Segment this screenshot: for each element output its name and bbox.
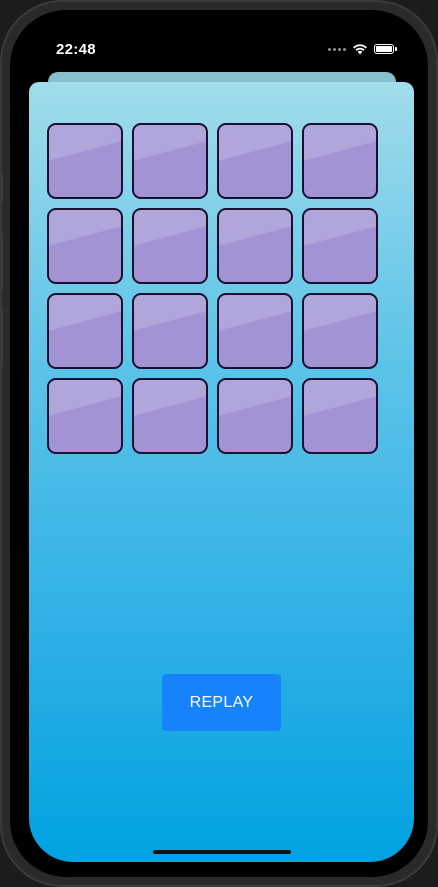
- memory-tile[interactable]: [47, 293, 123, 369]
- memory-tile[interactable]: [132, 378, 208, 454]
- memory-tile[interactable]: [217, 378, 293, 454]
- volume-down-button: [0, 307, 3, 367]
- memory-tile[interactable]: [217, 293, 293, 369]
- game-screen: REPLAY: [29, 82, 414, 862]
- status-icons: [328, 43, 397, 55]
- wifi-icon: [353, 44, 367, 55]
- memory-tile[interactable]: [302, 293, 378, 369]
- volume-up-button: [0, 232, 3, 292]
- memory-tile[interactable]: [132, 208, 208, 284]
- memory-tile[interactable]: [132, 293, 208, 369]
- replay-button[interactable]: REPLAY: [162, 674, 281, 731]
- side-button: [0, 172, 3, 204]
- battery-icon: [374, 44, 397, 54]
- memory-tile[interactable]: [132, 123, 208, 199]
- memory-tile[interactable]: [47, 378, 123, 454]
- memory-tile[interactable]: [217, 123, 293, 199]
- status-time: 22:48: [56, 41, 96, 58]
- memory-tile[interactable]: [47, 208, 123, 284]
- memory-tile[interactable]: [302, 378, 378, 454]
- memory-tile[interactable]: [302, 208, 378, 284]
- home-indicator[interactable]: [153, 850, 291, 854]
- cellular-signal-icon: [328, 47, 346, 51]
- memory-tile[interactable]: [302, 123, 378, 199]
- tile-grid: [47, 123, 378, 454]
- memory-tile[interactable]: [217, 208, 293, 284]
- phone-frame: 22:48 REPLAY: [0, 0, 438, 887]
- memory-tile[interactable]: [47, 123, 123, 199]
